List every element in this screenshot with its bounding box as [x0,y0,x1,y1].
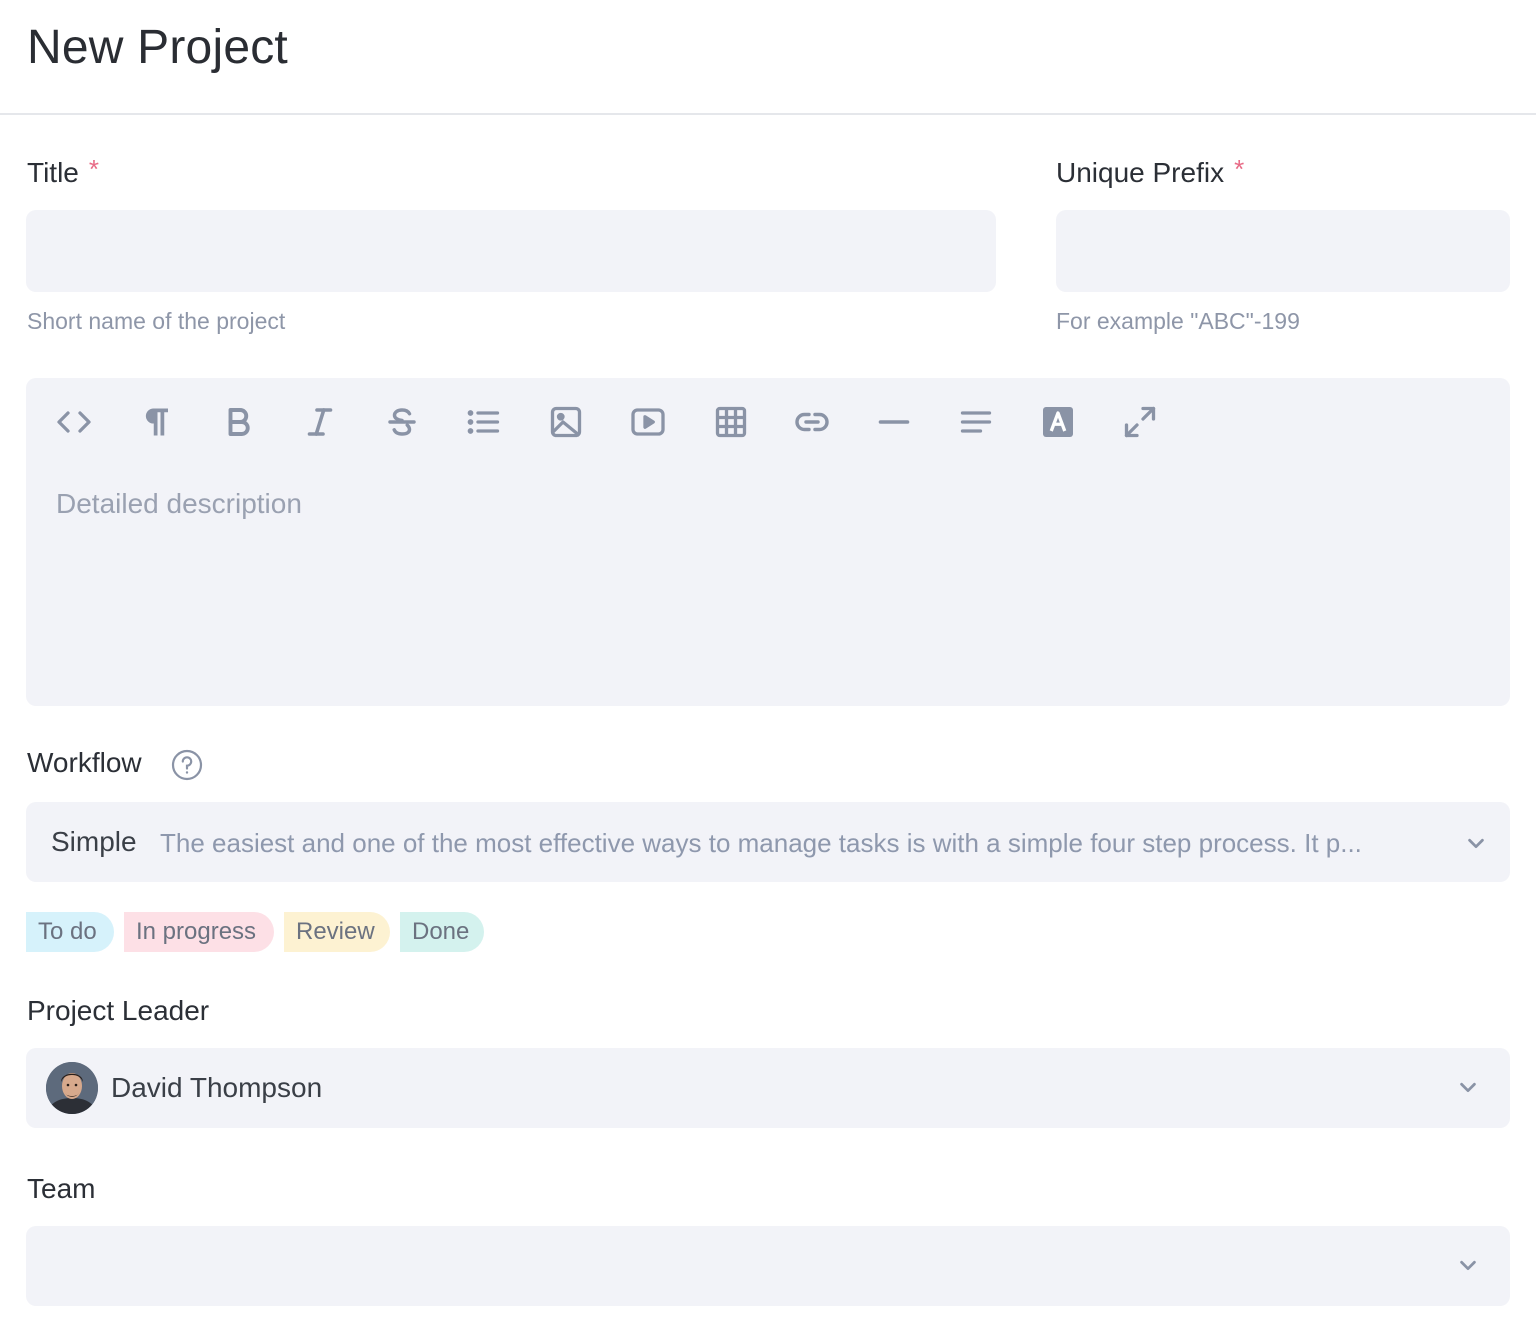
required-marker: * [88,154,99,184]
chevron-down-icon [1457,1254,1479,1276]
table-icon[interactable] [711,402,751,442]
team-select[interactable] [26,1226,1510,1306]
help-icon[interactable] [171,749,203,781]
workflow-selected-name: Simple [51,826,137,857]
horizontal-rule-icon[interactable] [874,402,914,442]
prefix-label: Unique Prefix * [1056,154,1245,189]
align-icon[interactable] [956,402,996,442]
chevron-down-icon [1457,1076,1479,1098]
code-icon[interactable] [54,402,94,442]
team-label: Team [27,1173,96,1204]
workflow-label: Workflow [27,747,142,778]
chevron-down-icon [1465,832,1487,854]
fullscreen-icon[interactable] [1120,402,1160,442]
title-input[interactable] [26,210,996,292]
title-label: Title * [27,154,99,189]
italic-icon[interactable] [300,402,340,442]
status-pill-review: Review [284,912,390,952]
prefix-label-text: Unique Prefix [1056,157,1225,188]
link-icon[interactable] [792,402,832,442]
required-marker: * [1234,154,1245,184]
status-pill-in-progress: In progress [124,912,274,952]
bold-icon[interactable] [218,402,258,442]
image-icon[interactable] [546,402,586,442]
paragraph-icon[interactable] [136,402,176,442]
workflow-selected-description: The easiest and one of the most effectiv… [160,828,1362,858]
page-header: New Project [0,0,1536,115]
status-pill-todo: To do [26,912,114,952]
status-pill-done: Done [400,912,484,952]
project-leader-name: David Thompson [111,1072,323,1103]
list-icon[interactable] [464,402,504,442]
prefix-input[interactable] [1056,210,1510,292]
prefix-hint: For example "ABC"-199 [1056,308,1300,334]
avatar [46,1062,98,1114]
title-hint: Short name of the project [27,308,286,334]
title-label-text: Title [27,157,79,188]
video-icon[interactable] [628,402,668,442]
editor-placeholder: Detailed description [56,488,302,519]
page-title: New Project [27,21,288,74]
project-leader-label: Project Leader [27,995,210,1026]
text-color-icon[interactable] [1038,402,1078,442]
strikethrough-icon[interactable] [382,402,422,442]
